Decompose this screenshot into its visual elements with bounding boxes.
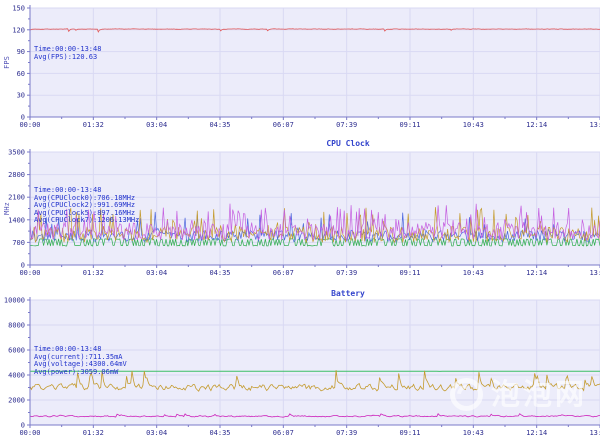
y-tick-label: 3500 [8,149,25,157]
x-tick-label: 03:04 [146,269,167,277]
x-tick-label: 12:14 [526,121,547,129]
x-tick-label: 00:00 [19,429,40,437]
x-tick-label: 06:07 [273,269,294,277]
x-tick-label: 13:46 [589,269,600,277]
x-tick-label: 07:39 [336,429,357,437]
plot-area [30,300,600,425]
y-tick-label: 2000 [8,397,25,405]
x-tick-label: 09:11 [399,269,420,277]
plot-area [30,8,600,117]
y-tick-label: 10000 [4,297,25,305]
y-tick-label: 150 [12,5,25,13]
y-tick-label: 60 [17,70,25,78]
x-tick-label: 04:35 [209,121,230,129]
x-tick-label: 10:43 [463,429,484,437]
y-tick-label: 6000 [8,347,25,355]
x-tick-label: 09:11 [399,429,420,437]
y-axis-label: MHz [3,202,11,215]
x-tick-label: 03:04 [146,121,167,129]
x-tick-label: 13:46 [589,121,600,129]
x-tick-label: 01:32 [83,269,104,277]
x-tick-label: 01:32 [83,121,104,129]
y-tick-label: 4000 [8,372,25,380]
y-tick-label: 30 [17,92,25,100]
chart-title: Battery [331,289,365,298]
x-tick-label: 07:39 [336,121,357,129]
plot-area [30,152,600,265]
monitoring-dashboard: 泡泡网 030609012015000:0001:3203:0404:3506:… [0,0,600,440]
x-tick-label: 07:39 [336,269,357,277]
y-tick-label: 1400 [8,216,25,224]
x-tick-label: 00:00 [19,121,40,129]
y-tick-label: 120 [12,26,25,34]
y-tick-label: 2100 [8,194,25,202]
y-tick-label: 700 [12,239,25,247]
x-tick-label: 03:04 [146,429,167,437]
x-tick-label: 09:11 [399,121,420,129]
cpu-clock-chart: 0700140021002800350000:0001:3203:0404:35… [0,130,600,278]
x-tick-label: 10:43 [463,269,484,277]
y-tick-label: 2800 [8,171,25,179]
x-tick-label: 06:07 [273,121,294,129]
fps-chart: 030609012015000:0001:3203:0404:3506:0707… [0,0,600,130]
x-tick-label: 06:07 [273,429,294,437]
y-axis-label: FPS [3,56,11,69]
x-tick-label: 00:00 [19,269,40,277]
x-tick-label: 12:14 [526,269,547,277]
x-tick-label: 12:14 [526,429,547,437]
y-tick-label: 90 [17,48,25,56]
chart-title: CPU Clock [326,139,370,148]
x-tick-label: 01:32 [83,429,104,437]
battery-chart: 020004000600080001000000:0001:3203:0404:… [0,278,600,440]
x-tick-label: 13:46 [589,429,600,437]
x-tick-label: 10:43 [463,121,484,129]
y-tick-label: 8000 [8,322,25,330]
x-tick-label: 04:35 [209,429,230,437]
x-tick-label: 04:35 [209,269,230,277]
